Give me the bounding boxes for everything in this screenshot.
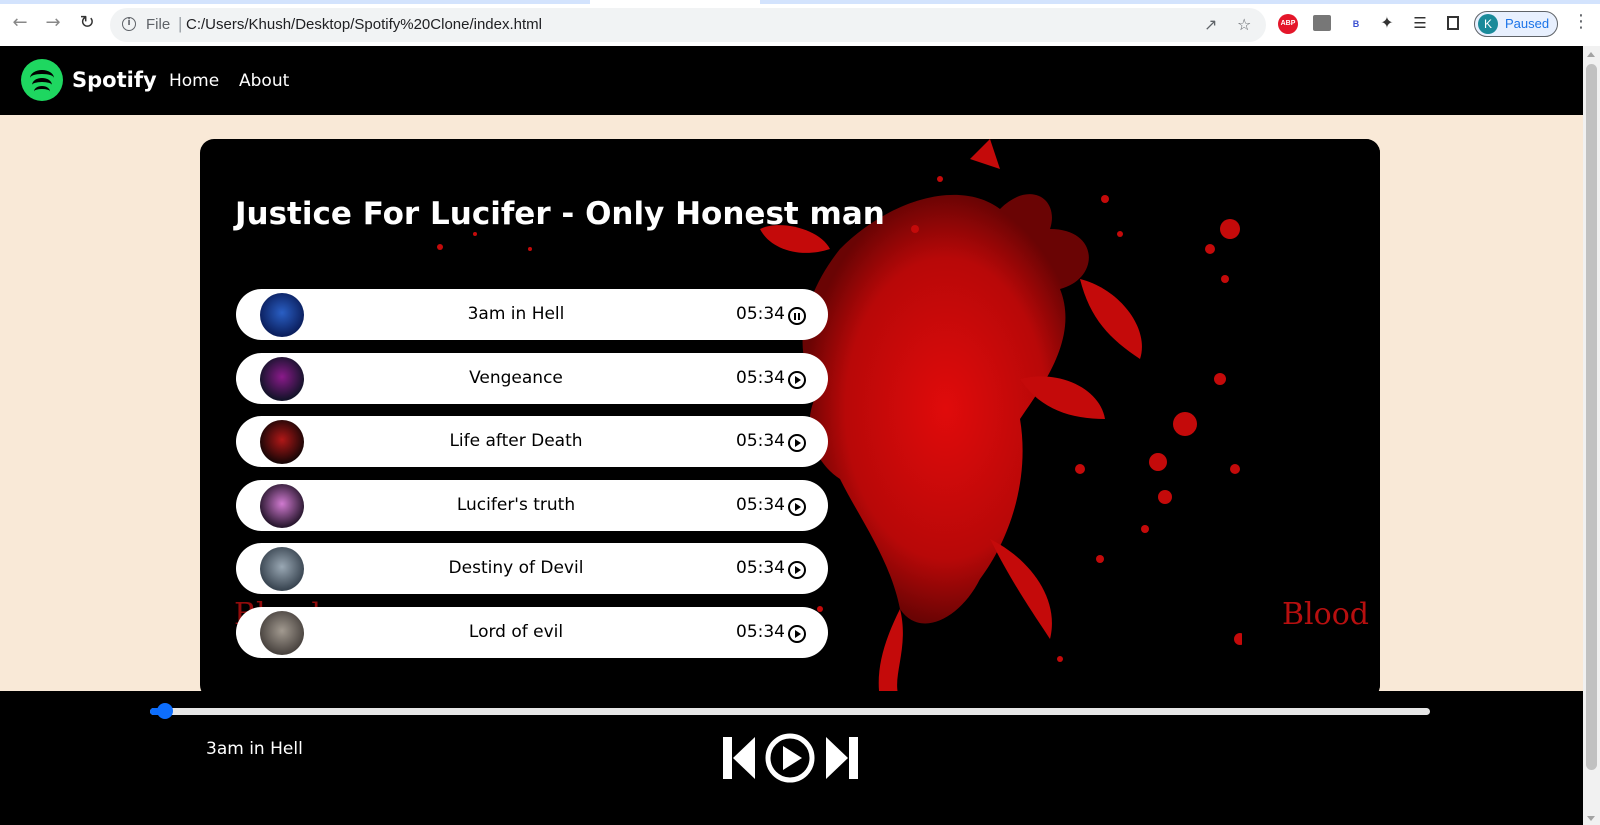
side-panel-icon[interactable] bbox=[1447, 16, 1459, 30]
album-title: Justice For Lucifer - Only Honest man bbox=[235, 195, 885, 232]
song-duration: 05:34 bbox=[736, 622, 785, 642]
now-playing-title: 3am in Hell bbox=[206, 739, 303, 759]
main-area: Justice For Lucifer - Only Honest man Bl… bbox=[0, 115, 1583, 699]
play-icon[interactable] bbox=[788, 625, 806, 643]
url-separator: | bbox=[178, 14, 183, 33]
song-item[interactable]: Life after Death 05:34 bbox=[236, 416, 828, 468]
spotify-logo-icon[interactable] bbox=[21, 59, 63, 101]
song-duration: 05:34 bbox=[736, 494, 785, 515]
next-icon[interactable] bbox=[824, 735, 858, 781]
browser-toolbar: ← → ↻ i File | C:/Users/Khush/Desktop/Sp… bbox=[0, 0, 1600, 46]
song-item[interactable]: Lucifer's truth 05:34 bbox=[236, 479, 828, 531]
pause-icon[interactable] bbox=[788, 307, 806, 325]
scroll-down-arrow-icon[interactable] bbox=[1587, 816, 1595, 821]
extensions-puzzle-icon[interactable]: ✦ bbox=[1377, 14, 1397, 34]
nav-link-about[interactable]: About bbox=[239, 71, 289, 91]
share-icon[interactable]: ↗ bbox=[1204, 16, 1217, 34]
song-cover-art bbox=[260, 547, 304, 592]
song-cover-art bbox=[260, 293, 304, 337]
scroll-up-arrow-icon[interactable] bbox=[1587, 52, 1595, 57]
brand-name[interactable]: Spotify bbox=[72, 68, 157, 92]
song-name: Destiny of Devil bbox=[448, 558, 584, 579]
song-item[interactable]: Vengeance 05:34 bbox=[236, 352, 828, 404]
song-duration: 05:34 bbox=[736, 367, 785, 388]
kebab-menu-icon[interactable]: ⋮ bbox=[1572, 12, 1590, 32]
song-name: Life after Death bbox=[449, 431, 583, 452]
page-scrollbar[interactable] bbox=[1583, 46, 1600, 825]
song-cover-art bbox=[260, 356, 304, 401]
seek-bar-handle[interactable] bbox=[157, 703, 174, 719]
song-name: 3am in Hell bbox=[467, 304, 565, 324]
profile-button[interactable]: K Paused bbox=[1474, 11, 1558, 37]
bookmark-star-icon[interactable]: ☆ bbox=[1237, 16, 1251, 34]
nav-link-home[interactable]: Home bbox=[169, 71, 219, 91]
profile-status: Paused bbox=[1505, 16, 1550, 31]
scrollbar-thumb[interactable] bbox=[1586, 64, 1597, 770]
address-bar[interactable]: i File | C:/Users/Khush/Desktop/Spotify%… bbox=[110, 8, 1266, 42]
forward-arrow-icon[interactable]: → bbox=[42, 12, 64, 34]
previous-icon[interactable] bbox=[723, 735, 757, 781]
song-cover-art bbox=[260, 611, 304, 655]
song-name: Vengeance bbox=[469, 367, 563, 388]
song-item[interactable]: 3am in Hell 05:34 bbox=[236, 289, 828, 340]
adblock-icon[interactable]: ABP bbox=[1278, 14, 1298, 34]
bottom-player: 3am in Hell bbox=[0, 691, 1583, 825]
background-blood-text-right: Blood bbox=[1282, 597, 1369, 632]
play-icon[interactable] bbox=[788, 497, 806, 516]
song-name: Lord of evil bbox=[468, 622, 564, 642]
info-icon[interactable]: i bbox=[122, 17, 136, 31]
seek-bar[interactable] bbox=[150, 703, 1430, 719]
play-icon[interactable] bbox=[788, 561, 806, 580]
song-duration: 05:34 bbox=[736, 304, 785, 324]
song-item[interactable]: Lord of evil 05:34 bbox=[236, 607, 828, 658]
song-duration: 05:34 bbox=[736, 431, 785, 452]
tab-strip-edge bbox=[0, 0, 1600, 4]
song-duration: 05:34 bbox=[736, 558, 785, 579]
media-queue-icon[interactable]: ☰ bbox=[1410, 14, 1430, 34]
play-icon[interactable] bbox=[788, 434, 806, 453]
song-name: Lucifer's truth bbox=[456, 494, 576, 515]
site-navbar: Spotify Home About bbox=[0, 46, 1583, 115]
song-cover-art bbox=[260, 420, 304, 465]
play-icon[interactable] bbox=[764, 733, 816, 785]
back-arrow-icon[interactable]: ← bbox=[9, 12, 31, 34]
album-container: Justice For Lucifer - Only Honest man Bl… bbox=[200, 139, 1380, 699]
song-item[interactable]: Destiny of Devil 05:34 bbox=[236, 543, 828, 595]
url-text[interactable]: C:/Users/Khush/Desktop/Spotify%20Clone/i… bbox=[186, 16, 542, 33]
avatar: K bbox=[1478, 14, 1498, 34]
screen-extension-icon[interactable] bbox=[1313, 15, 1331, 31]
b-extension-icon[interactable]: B bbox=[1348, 14, 1364, 34]
song-cover-art bbox=[260, 483, 304, 528]
play-icon[interactable] bbox=[788, 370, 806, 389]
reload-icon[interactable]: ↻ bbox=[76, 12, 98, 34]
file-label: File bbox=[146, 16, 171, 33]
